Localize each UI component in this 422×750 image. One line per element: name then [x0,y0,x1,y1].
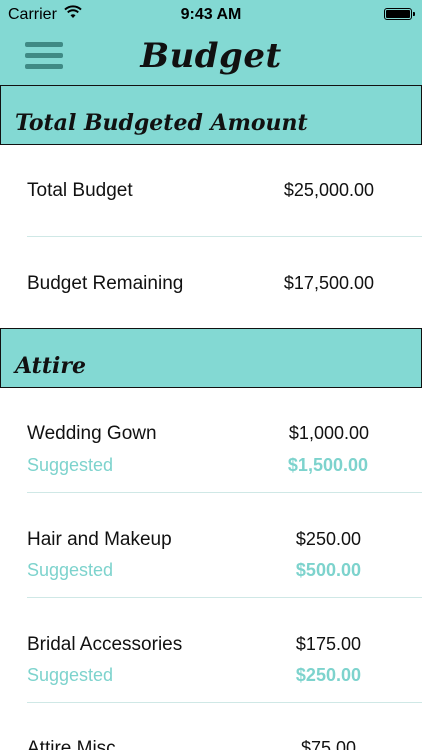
item-label: Hair and Makeup [27,529,172,550]
navigation-bar: Carrier 9:43 AM Budget [0,0,422,86]
section-header-label: Total Budgeted Amount [15,110,308,136]
budget-item-attire-misc[interactable]: Attire Misc $75.00 [0,703,422,750]
item-value: $75.00 [300,738,356,750]
budget-item-hair-and-makeup[interactable]: Hair and Makeup $250.00 Suggested $500.0… [0,493,422,598]
suggested-label: Suggested [27,665,114,685]
item-label: Bridal Accessories [27,634,183,655]
status-time: 9:43 AM [180,6,242,23]
page-title: Budget [140,36,282,76]
section-header-attire: Attire [0,328,422,388]
row-label: Total Budget [27,180,133,201]
item-label: Wedding Gown [27,423,157,444]
section-header-label: Attire [15,353,86,379]
section-header-total: Total Budgeted Amount [0,85,422,145]
total-budget-row[interactable]: Total Budget $25,000.00 [0,145,422,237]
item-value: $1,000.00 [288,423,369,443]
suggested-label: Suggested [27,560,114,580]
suggested-value: $250.00 [295,665,361,685]
row-label: Budget Remaining [27,273,184,294]
battery-icon [384,8,415,20]
budget-remaining-row[interactable]: Budget Remaining $17,500.00 [0,237,422,329]
item-label: Attire Misc [27,738,116,750]
status-bar: Carrier 9:43 AM [0,0,422,30]
row-value: $25,000.00 [283,180,374,200]
budget-item-bridal-accessories[interactable]: Bridal Accessories $175.00 Suggested $25… [0,598,422,703]
suggested-value: $1,500.00 [287,455,368,475]
suggested-value: $500.00 [295,560,361,580]
item-value: $250.00 [295,529,361,549]
budget-item-wedding-gown[interactable]: Wedding Gown $1,000.00 Suggested $1,500.… [0,388,422,493]
row-value: $17,500.00 [283,273,374,293]
suggested-label: Suggested [27,455,114,475]
item-value: $175.00 [295,634,361,654]
